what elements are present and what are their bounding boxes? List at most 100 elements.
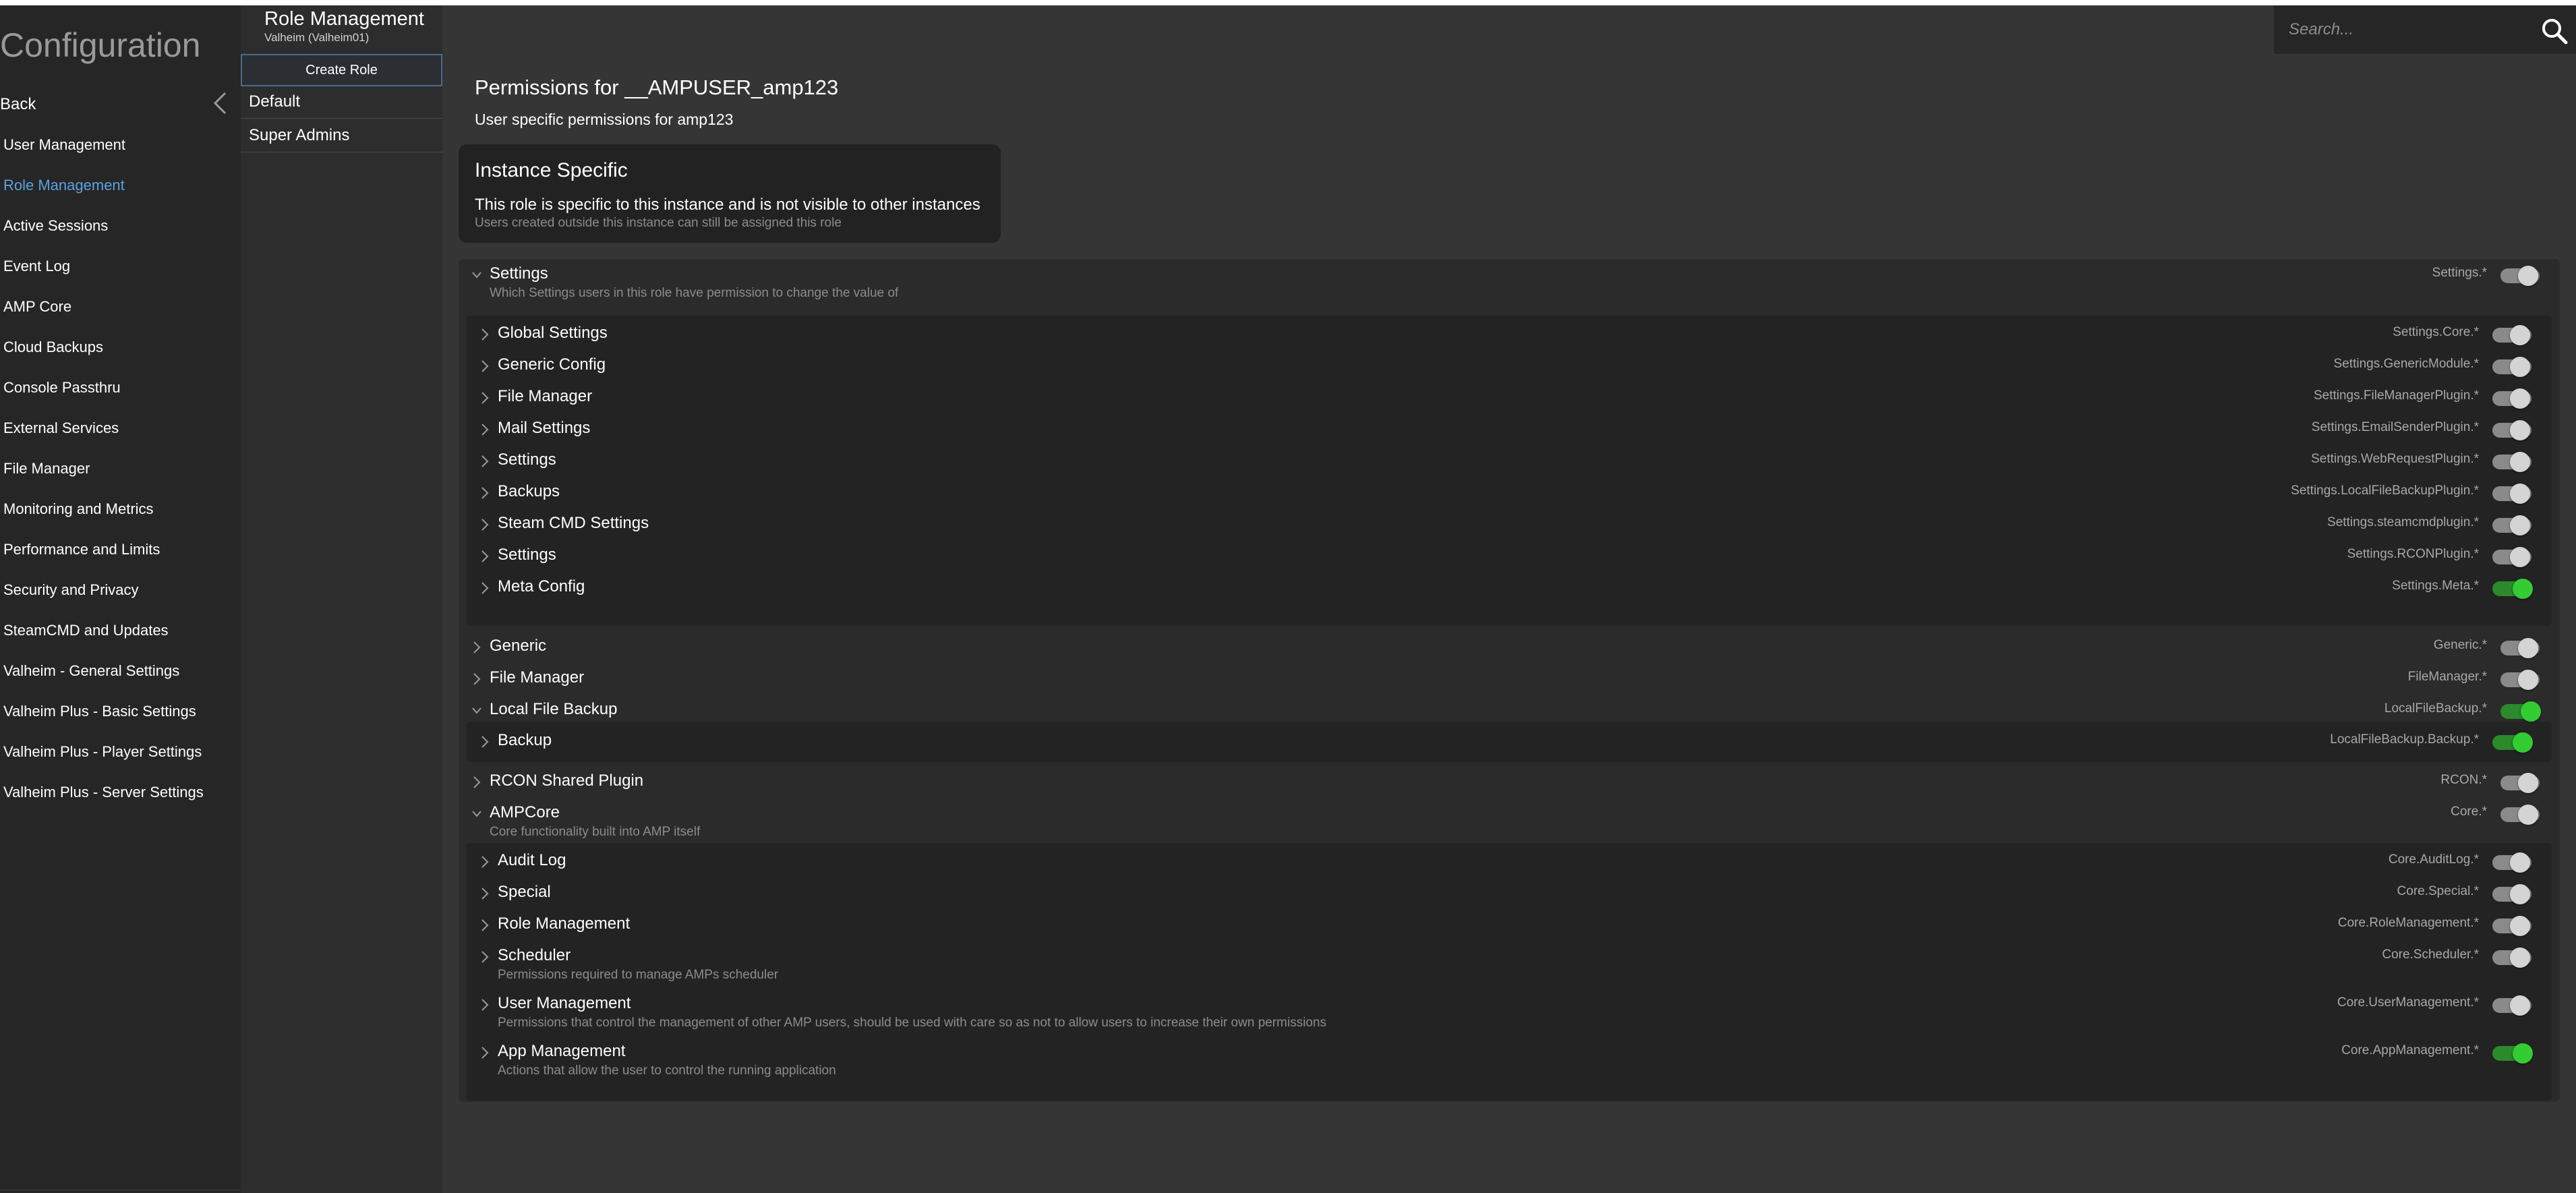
permission-label[interactable]: Role Management [498,914,630,933]
chevron-left-icon[interactable] [212,91,229,115]
chevron-right-icon[interactable] [480,518,490,531]
chevron-right-icon[interactable] [480,1046,490,1059]
chevron-down-icon[interactable] [472,807,481,821]
permission-toggle[interactable] [2500,638,2540,658]
permission-label[interactable]: Backups [498,482,560,501]
sidebar-item[interactable]: Console Passthru [0,378,241,418]
permission-row: Generic Config Settings.GenericModule.* [467,350,2552,382]
permission-label[interactable]: App Management [498,1042,625,1061]
chevron-right-icon[interactable] [480,328,490,341]
permission-toggle[interactable] [2492,995,2531,1016]
sidebar-item[interactable]: Event Log [0,256,241,297]
chevron-right-icon[interactable] [480,919,490,932]
toggle-knob [2521,701,2541,722]
chevron-right-icon[interactable] [480,455,490,468]
permission-label[interactable]: Settings [490,264,548,283]
chevron-right-icon[interactable] [480,581,490,595]
permission-toggle[interactable] [2492,420,2531,440]
sidebar-item[interactable]: SteamCMD and Updates [0,620,241,661]
sidebar-item[interactable]: Valheim Plus - Player Settings [0,742,241,782]
sidebar-item[interactable]: Valheim - General Settings [0,661,241,701]
chevron-right-icon[interactable] [480,998,490,1012]
chevron-right-icon[interactable] [480,391,490,405]
sidebar-item[interactable]: AMP Core [0,297,241,337]
sidebar-item[interactable]: External Services [0,418,241,459]
permission-label[interactable]: AMPCore [490,803,560,822]
chevron-right-icon[interactable] [480,950,490,964]
chevron-right-icon[interactable] [472,672,481,686]
chevron-right-icon[interactable] [480,735,490,749]
permission-description: Which Settings users in this role have p… [490,286,899,300]
permission-label[interactable]: Steam CMD Settings [498,514,649,533]
permission-toggle[interactable] [2492,916,2531,936]
permission-row: Audit Log Core.AuditLog.* [467,846,2552,878]
role-item-super-admins[interactable]: Super Admins [241,120,442,152]
permission-toggle[interactable] [2492,484,2531,504]
permission-toggle[interactable] [2500,266,2540,286]
create-role-button[interactable]: Create Role [241,54,442,86]
chevron-down-icon[interactable] [472,704,481,718]
permission-label[interactable]: File Manager [490,668,584,687]
chevron-right-icon[interactable] [472,776,481,789]
chevron-right-icon[interactable] [480,550,490,563]
config-sidebar: Configuration Back User Management Role M… [0,5,241,1193]
sidebar-item[interactable]: Valheim Plus - Basic Settings [0,701,241,742]
sidebar-item[interactable]: Active Sessions [0,216,241,256]
permission-label[interactable]: Settings [498,546,556,564]
sidebar-item[interactable]: Performance and Limits [0,540,241,580]
sidebar-item[interactable]: File Manager [0,459,241,499]
chevron-down-icon[interactable] [472,268,481,282]
permission-toggle[interactable] [2492,325,2531,345]
role-item-default[interactable]: Default [241,86,442,119]
sidebar-item[interactable]: Security and Privacy [0,580,241,620]
permission-row: Global Settings Settings.Core.* [467,318,2552,351]
permission-toggle[interactable] [2492,515,2531,535]
permission-toggle[interactable] [2492,579,2533,599]
permission-row: Meta Config Settings.Meta.* [467,572,2552,604]
permission-label[interactable]: User Management [498,994,631,1013]
permission-label[interactable]: Backup [498,731,552,750]
permission-toggle[interactable] [2500,701,2541,722]
permission-label[interactable]: Global Settings [498,324,608,343]
permission-label[interactable]: Meta Config [498,577,585,596]
permission-label[interactable]: File Manager [498,387,592,406]
permission-toggle[interactable] [2492,884,2531,904]
chevron-right-icon[interactable] [472,641,481,654]
permission-label[interactable]: Audit Log [498,851,566,870]
permission-description: Actions that allow the user to control t… [498,1064,836,1078]
permission-toggle[interactable] [2500,670,2540,690]
permission-toggle[interactable] [2492,948,2531,968]
chevron-right-icon[interactable] [480,855,490,869]
permission-node: Settings.Meta.* [2392,579,2479,593]
permission-label[interactable]: Local File Backup [490,700,617,719]
permission-toggle[interactable] [2492,732,2533,753]
sidebar-item[interactable]: Cloud Backups [0,337,241,378]
sidebar-item[interactable]: User Management [0,135,241,175]
chevron-right-icon[interactable] [480,423,490,436]
permission-toggle[interactable] [2492,852,2531,873]
permission-toggle[interactable] [2492,388,2531,409]
sidebar-item[interactable]: Monitoring and Metrics [0,499,241,540]
sidebar-item[interactable]: Valheim Plus - Server Settings [0,782,241,823]
permission-toggle[interactable] [2492,357,2531,377]
sidebar-item[interactable]: Role Management [0,175,241,216]
permission-toggle[interactable] [2492,452,2531,472]
permission-row: Settings Settings.WebRequestPlugin.* [467,445,2552,477]
permission-label[interactable]: Generic [490,637,546,656]
permission-label[interactable]: RCON Shared Plugin [490,772,643,790]
permission-toggle[interactable] [2492,547,2531,567]
permission-label[interactable]: Special [498,883,551,902]
toggle-knob [2518,773,2538,793]
permission-label[interactable]: Mail Settings [498,419,590,438]
chevron-right-icon[interactable] [480,486,490,500]
permission-toggle[interactable] [2500,773,2540,793]
permission-toggle[interactable] [2500,805,2540,825]
permission-description: Permissions required to manage AMPs sche… [498,968,779,982]
permission-label[interactable]: Scheduler [498,946,570,965]
permission-label[interactable]: Settings [498,450,556,469]
permission-label[interactable]: Generic Config [498,355,606,374]
chevron-right-icon[interactable] [480,359,490,373]
back-link[interactable]: Back [0,95,36,114]
chevron-right-icon[interactable] [480,887,490,900]
permission-toggle[interactable] [2492,1043,2533,1064]
